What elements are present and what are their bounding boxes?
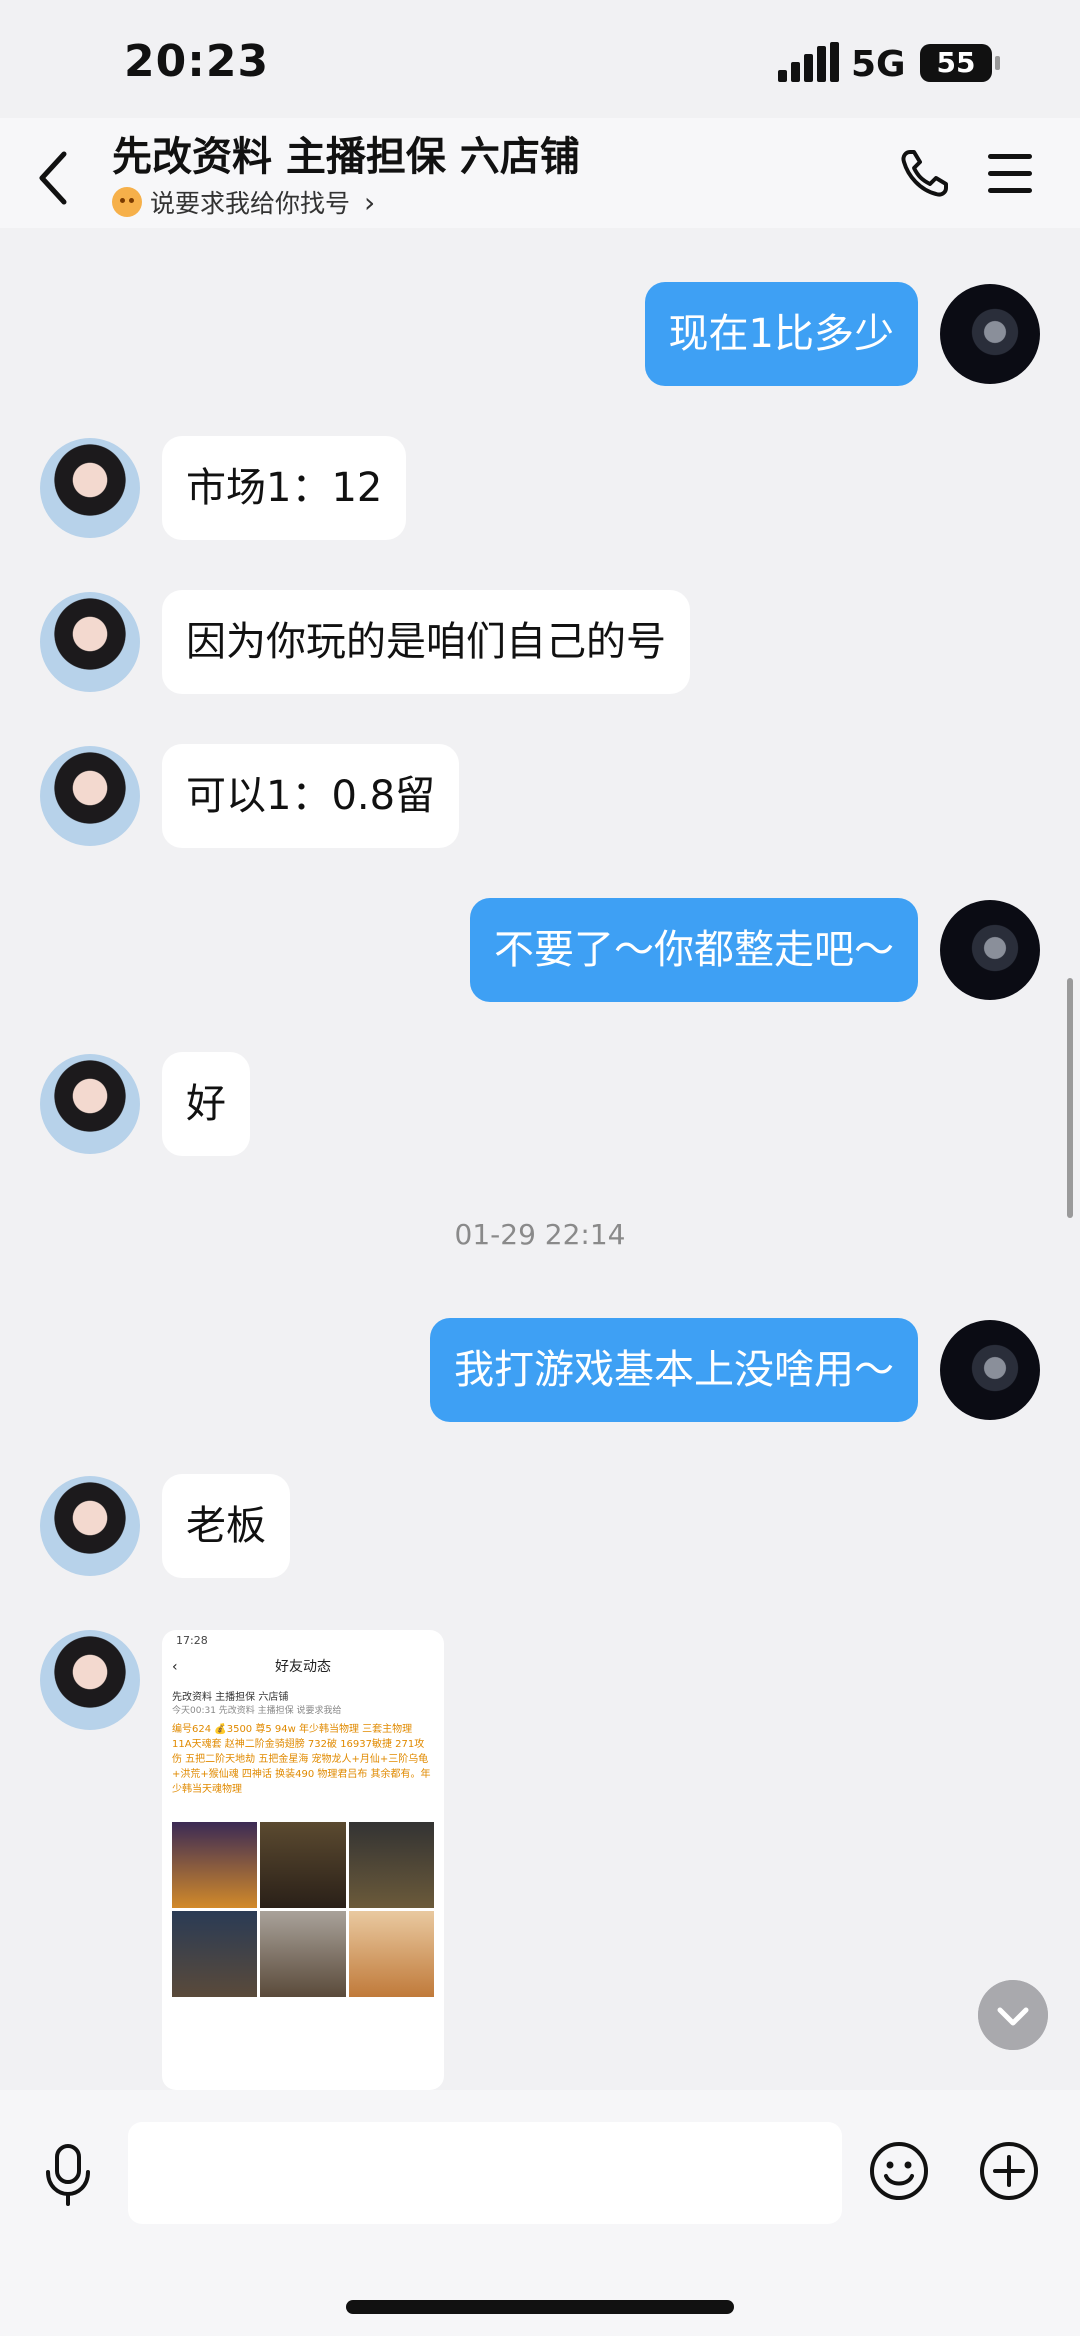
microphone-icon[interactable]	[40, 2142, 96, 2208]
photo-thumb	[260, 1911, 346, 1997]
chevron-down-icon[interactable]	[978, 1980, 1048, 2050]
status-bar: 20:23 5G 55	[0, 0, 1080, 130]
contact-avatar[interactable]	[40, 746, 140, 846]
image-post: 先改资料 主播担保 六店铺 今天00:31 先改资料 主播担保 说要求我给 编号…	[162, 1682, 444, 1818]
my-avatar[interactable]	[940, 284, 1040, 384]
signal-icon	[778, 42, 840, 82]
image-back-icon: ‹	[172, 1659, 178, 1675]
image-poster: 先改资料 主播担保 六店铺	[172, 1692, 289, 1703]
incoming-message[interactable]: 好	[162, 1052, 250, 1156]
network-label: 5G	[851, 44, 906, 85]
contact-avatar[interactable]	[40, 1630, 140, 1730]
contact-avatar[interactable]	[40, 1054, 140, 1154]
image-status-time: 17:28	[176, 1634, 208, 1647]
scrollbar[interactable]	[1067, 978, 1073, 1218]
chat-header: 先改资料 主播担保 六店铺 说要求我给你找号 ›	[0, 118, 1080, 228]
image-post-text: 编号624 💰3500 尊5 94w 年少韩当物理 三套主物理 11A天魂套 赵…	[172, 1724, 431, 1795]
incoming-message[interactable]: 因为你玩的是咱们自己的号	[162, 590, 690, 694]
battery-cap	[995, 56, 1000, 70]
smiley-icon[interactable]	[868, 2140, 930, 2202]
image-nav-title: 好友动态	[275, 1659, 331, 1675]
outgoing-message[interactable]: 我打游戏基本上没啥用～	[430, 1318, 918, 1422]
menu-icon[interactable]	[988, 154, 1032, 194]
devil-emoji-icon	[112, 187, 142, 217]
my-avatar[interactable]	[940, 1320, 1040, 1420]
contact-avatar[interactable]	[40, 438, 140, 538]
contact-avatar[interactable]	[40, 1476, 140, 1576]
contact-avatar[interactable]	[40, 592, 140, 692]
my-avatar[interactable]	[940, 900, 1040, 1000]
message-timestamp: 01-29 22:14	[454, 1218, 626, 1251]
photo-thumb	[348, 1911, 434, 1997]
outgoing-message[interactable]: 现在1比多少	[644, 282, 918, 386]
battery-icon: 55	[920, 44, 992, 82]
home-indicator[interactable]	[346, 2300, 734, 2314]
plus-icon[interactable]	[978, 2140, 1040, 2202]
chat-title[interactable]: 先改资料 主播担保 六店铺	[112, 124, 580, 182]
chevron-right-icon: ›	[364, 185, 376, 219]
subtitle-text: 说要求我给你找号	[150, 189, 351, 218]
photo-thumb	[172, 1911, 258, 1997]
photo-thumb	[260, 1822, 346, 1908]
incoming-message[interactable]: 可以1：0.8留	[162, 744, 460, 848]
image-poster-meta: 今天00:31 先改资料 主播担保 说要求我给	[172, 1706, 342, 1716]
image-message[interactable]: 17:28 ‹ 好友动态 先改资料 主播担保 六店铺 今天00:31 先改资料 …	[162, 1630, 444, 2090]
message-input[interactable]	[128, 2122, 842, 2224]
status-time: 20:23	[124, 36, 270, 87]
back-arrow-icon[interactable]	[32, 148, 76, 208]
incoming-message[interactable]: 市场1：12	[162, 436, 407, 540]
outgoing-message[interactable]: 不要了～你都整走吧～	[470, 898, 918, 1002]
incoming-message[interactable]: 老板	[162, 1474, 290, 1578]
chat-subtitle[interactable]: 说要求我给你找号 ›	[112, 184, 375, 220]
photo-thumb	[172, 1822, 258, 1908]
photo-thumb	[348, 1822, 434, 1908]
image-photo-grid	[162, 1818, 444, 2001]
image-nav: ‹ 好友动态	[162, 1652, 444, 1682]
phone-icon[interactable]	[896, 146, 952, 202]
